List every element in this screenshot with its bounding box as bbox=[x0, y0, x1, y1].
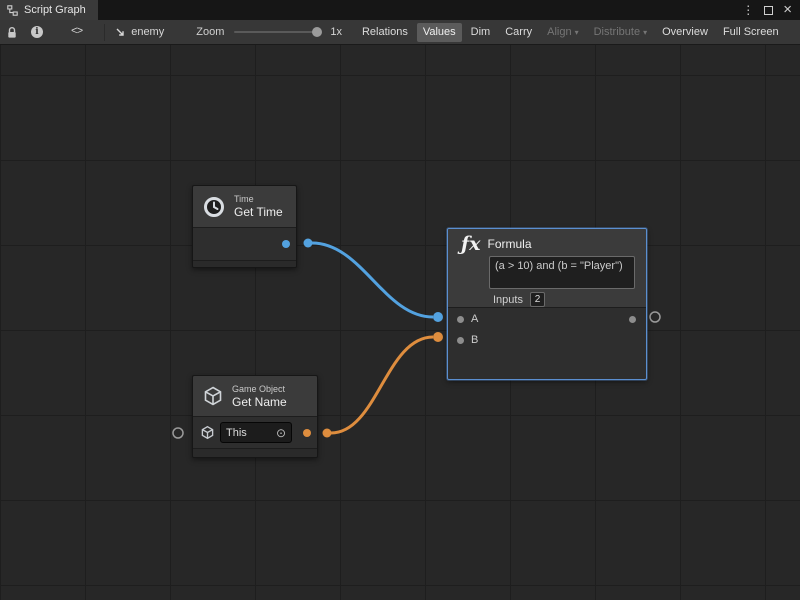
zoom-slider[interactable] bbox=[234, 31, 320, 33]
overview-button[interactable]: Overview bbox=[656, 23, 714, 42]
node-get-time[interactable]: Time Get Time bbox=[192, 185, 297, 268]
tab-title: Script Graph bbox=[24, 4, 86, 16]
toolbar-separator bbox=[104, 24, 105, 41]
formula-row-a: A bbox=[448, 309, 646, 329]
wires-layer bbox=[0, 45, 800, 600]
node-formula[interactable]: ƒx Formula (a > 10) and (b = "Player") I… bbox=[447, 228, 647, 380]
get-name-header[interactable]: Game Object Get Name bbox=[193, 376, 317, 417]
get-name-footer bbox=[193, 448, 317, 457]
game-object-cube-icon bbox=[202, 385, 224, 407]
node-title: Get Time bbox=[234, 205, 283, 219]
get-name-target-field[interactable]: This ⊙ bbox=[220, 422, 292, 443]
get-name-body: This ⊙ bbox=[193, 417, 317, 448]
node-category: Game Object bbox=[232, 384, 287, 395]
node-title: Formula bbox=[488, 237, 532, 251]
window-controls: ⋮ × bbox=[742, 0, 800, 20]
node-category: Time bbox=[234, 194, 283, 205]
graph-toolbar: i <> enemy Zoom 1x Relations Values Dim … bbox=[0, 20, 800, 45]
dim-button[interactable]: Dim bbox=[465, 23, 497, 42]
formula-a-label: A bbox=[471, 309, 478, 329]
formula-result-inner-port[interactable] bbox=[629, 316, 636, 323]
formula-b-inner-port[interactable] bbox=[457, 337, 464, 344]
window-titlebar: Script Graph ⋮ × bbox=[0, 0, 800, 20]
formula-fx-icon: ƒx bbox=[461, 233, 481, 255]
formula-input-b-port[interactable] bbox=[433, 332, 443, 342]
formula-input-a-port[interactable] bbox=[433, 312, 443, 322]
formula-inputs-label: Inputs bbox=[493, 294, 523, 306]
tab-script-graph[interactable]: Script Graph bbox=[0, 0, 98, 20]
carry-button[interactable]: Carry bbox=[499, 23, 538, 42]
formula-header[interactable]: ƒx Formula (a > 10) and (b = "Player") I… bbox=[448, 229, 646, 308]
align-label: Align bbox=[547, 26, 571, 38]
graph-name-label: enemy bbox=[131, 26, 164, 38]
wire-start-dot-blue[interactable] bbox=[304, 239, 313, 248]
values-button[interactable]: Values bbox=[417, 23, 462, 42]
formula-ports: A B bbox=[448, 308, 646, 379]
formula-inputs-count-field[interactable]: 2 bbox=[530, 292, 545, 307]
get-time-footer bbox=[193, 260, 296, 267]
distribute-label: Distribute bbox=[594, 26, 640, 38]
align-button[interactable]: Align ▾ bbox=[541, 23, 584, 42]
get-time-header[interactable]: Time Get Time bbox=[193, 186, 296, 228]
object-picker-icon[interactable]: ⊙ bbox=[276, 426, 286, 440]
get-time-output-port[interactable] bbox=[282, 240, 290, 248]
window-menu-icon[interactable]: ⋮ bbox=[742, 0, 754, 20]
maximize-icon[interactable] bbox=[764, 6, 773, 15]
graph-breadcrumb[interactable]: enemy bbox=[115, 26, 164, 38]
get-time-body bbox=[193, 228, 296, 260]
relations-button[interactable]: Relations bbox=[356, 23, 414, 42]
clock-icon bbox=[202, 195, 226, 219]
getname-target-input-port[interactable] bbox=[173, 428, 183, 438]
formula-a-inner-port[interactable] bbox=[457, 316, 464, 323]
formula-output-port[interactable] bbox=[650, 312, 660, 322]
info-icon[interactable]: i bbox=[31, 26, 43, 38]
wire-start-dot-orange[interactable] bbox=[323, 429, 332, 438]
node-get-name[interactable]: Game Object Get Name This ⊙ bbox=[192, 375, 318, 458]
code-view-icon[interactable]: <> bbox=[71, 26, 82, 38]
distribute-button[interactable]: Distribute▾ bbox=[588, 23, 653, 42]
cube-icon bbox=[200, 425, 215, 440]
zoom-value: 1x bbox=[330, 26, 342, 38]
wire-gettime-to-formula-a[interactable] bbox=[312, 243, 433, 317]
get-name-output-port[interactable] bbox=[303, 429, 311, 437]
script-graph-icon bbox=[7, 5, 18, 16]
wire-getname-to-formula-b[interactable] bbox=[331, 337, 433, 433]
formula-expression-field[interactable]: (a > 10) and (b = "Player") bbox=[489, 256, 635, 289]
chevron-down-icon: ▾ bbox=[643, 28, 647, 37]
node-title: Get Name bbox=[232, 395, 287, 409]
graph-asset-icon bbox=[115, 27, 126, 38]
close-icon[interactable]: × bbox=[783, 1, 792, 19]
lock-icon[interactable] bbox=[6, 26, 18, 39]
full-screen-button[interactable]: Full Screen bbox=[717, 23, 785, 42]
formula-b-label: B bbox=[471, 330, 478, 350]
zoom-slider-handle[interactable] bbox=[312, 27, 322, 37]
formula-row-b: B bbox=[448, 330, 646, 350]
chevron-down-icon: ▾ bbox=[575, 28, 579, 37]
graph-canvas[interactable]: Time Get Time ƒx Formula (a > 10) and (b… bbox=[0, 45, 800, 600]
target-value: This bbox=[226, 427, 276, 439]
zoom-label: Zoom bbox=[196, 26, 224, 38]
